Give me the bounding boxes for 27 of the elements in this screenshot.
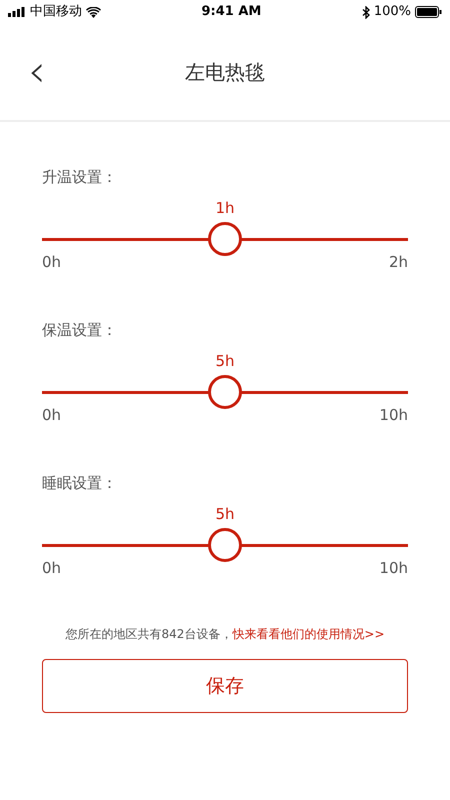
carrier-name: 中国移动 (30, 3, 82, 22)
signal-icon (8, 7, 26, 17)
slider-value: 5h (215, 504, 235, 524)
slider-value: 5h (215, 350, 235, 372)
back-button[interactable]: ‹ (22, 52, 52, 92)
slider-max: 10h (379, 404, 408, 426)
setting-label: 升温设置： (42, 167, 118, 188)
slider-min: 0h (42, 404, 62, 426)
slider-max: 10h (379, 558, 408, 578)
battery-percent: 100% (374, 3, 411, 22)
setting-label: 睡眠设置： (42, 473, 118, 494)
bluetooth-icon (362, 6, 370, 18)
battery-icon (415, 6, 442, 18)
status-time: 9:41 AM (201, 3, 262, 22)
page-title: 左电热毯 (185, 59, 265, 86)
slider-value: 1h (215, 198, 235, 218)
slider-thumb[interactable] (208, 528, 242, 562)
usage-link[interactable]: 快来看看他们的使用情况>> (232, 627, 384, 641)
slider-thumb[interactable] (208, 222, 242, 256)
save-button[interactable]: 保存 (42, 659, 408, 713)
device-count-text: 您所在的地区共有842台设备，快来看看他们的使用情况>> (64, 626, 386, 643)
slider-min: 0h (42, 252, 62, 272)
slider-max: 2h (388, 252, 408, 272)
slider-thumb[interactable] (208, 374, 242, 408)
setting-label: 保温设置： (42, 320, 118, 341)
slider-min: 0h (42, 558, 62, 578)
wifi-icon (86, 6, 101, 18)
